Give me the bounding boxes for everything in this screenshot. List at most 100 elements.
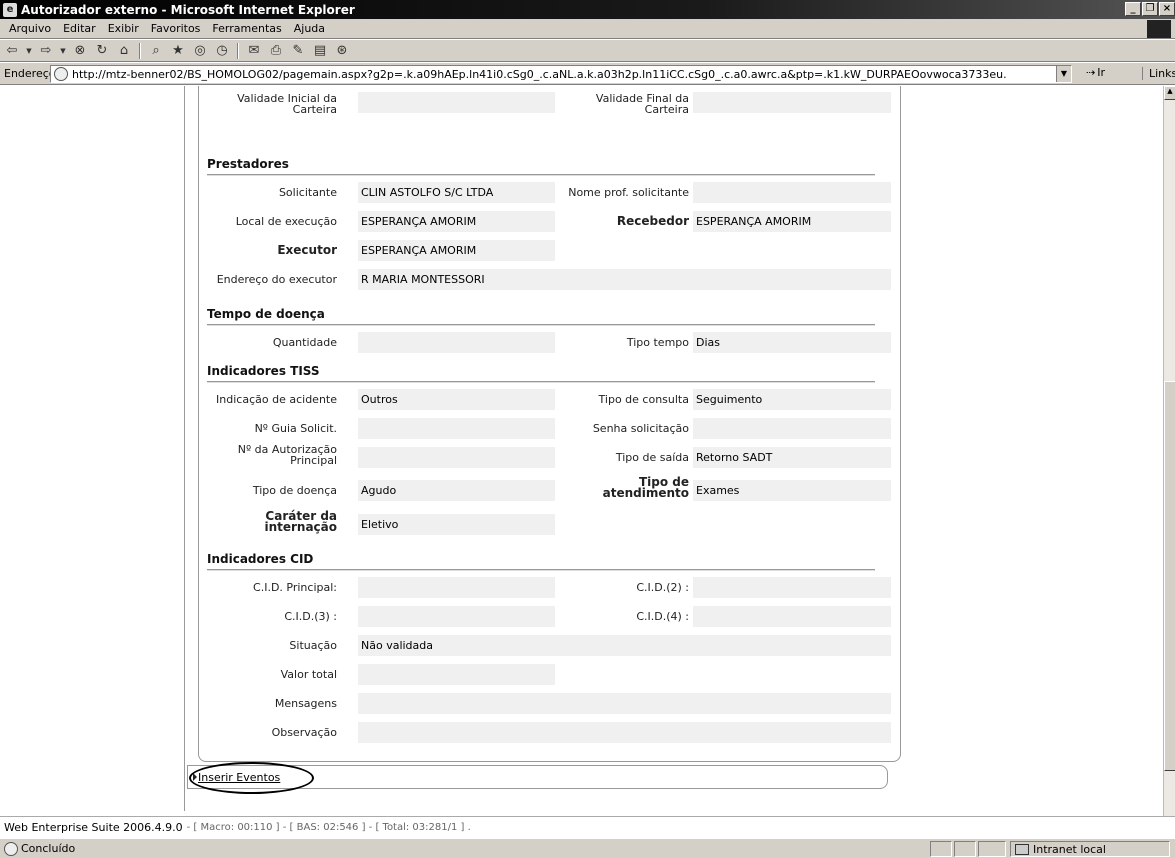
section-divider — [207, 569, 875, 571]
indicacao-acidente-field[interactable]: Outros — [358, 389, 555, 410]
autorizacao-principal-field[interactable] — [358, 447, 555, 468]
refresh-icon[interactable]: ↻ — [93, 43, 111, 59]
field-label: Validade Inicial da Carteira — [237, 92, 337, 116]
guia-solicit-field[interactable] — [358, 418, 555, 439]
address-input[interactable]: http://mtz-benner02/BS_HOMOLOG02/pagemai… — [50, 65, 1072, 83]
status-cell — [930, 841, 952, 857]
field-label: Indicação de acidente — [216, 393, 337, 406]
nome-prof-field[interactable] — [693, 182, 891, 203]
print-icon[interactable]: ⎙ — [267, 43, 285, 59]
scroll-up-icon[interactable]: ▲ — [1164, 86, 1175, 100]
quantidade-field[interactable] — [358, 332, 555, 353]
media-icon[interactable]: ◎ — [191, 43, 209, 59]
tipo-atendimento-field[interactable]: Exames — [693, 480, 891, 501]
field-label: C.I.D.(4) : — [636, 610, 689, 623]
links-button[interactable]: Links — [1142, 67, 1175, 80]
stop-icon[interactable]: ⊗ — [71, 43, 89, 59]
tipo-tempo-field[interactable]: Dias — [693, 332, 891, 353]
home-icon[interactable]: ⌂ — [115, 43, 133, 59]
vertical-scrollbar[interactable]: ▲ — [1163, 86, 1175, 816]
field-label: C.I.D.(3) : — [284, 610, 337, 623]
field-label: Nº da Autorização Principal — [237, 443, 337, 467]
carater-internacao-field[interactable]: Eletivo — [358, 514, 555, 535]
left-pane — [0, 86, 185, 811]
maximize-button[interactable]: ❐ — [1142, 2, 1158, 16]
tipo-consulta-field[interactable]: Seguimento — [693, 389, 891, 410]
cid3-field[interactable] — [358, 606, 555, 627]
section-divider — [207, 381, 875, 383]
window-title: Autorizador externo - Microsoft Internet… — [21, 2, 355, 17]
form-row: Tipo de doença Agudo Tipo de atendimento… — [199, 476, 902, 502]
form-row: Endereço do executor R MARIA MONTESSORI — [199, 269, 902, 291]
address-label: Endereço — [4, 67, 56, 80]
senha-solicitacao-field[interactable] — [693, 418, 891, 439]
recebedor-field[interactable]: ESPERANÇA AMORIM — [693, 211, 891, 232]
form-row: C.I.D. Principal: C.I.D.(2) : — [199, 577, 902, 599]
history-icon[interactable]: ◷ — [213, 43, 231, 59]
tipo-doenca-field[interactable]: Agudo — [358, 480, 555, 501]
executor-field[interactable]: ESPERANÇA AMORIM — [358, 240, 555, 261]
form-row: Nº Guia Solicit. Senha solicitação — [199, 418, 902, 440]
field-label: Senha solicitação — [592, 422, 689, 435]
address-url[interactable]: http://mtz-benner02/BS_HOMOLOG02/pagemai… — [72, 68, 1007, 81]
mensagens-field[interactable] — [358, 693, 891, 714]
form-row: C.I.D.(3) : C.I.D.(4) : — [199, 606, 902, 628]
menu-ferramentas[interactable]: Ferramentas — [206, 22, 287, 35]
cid-principal-field[interactable] — [358, 577, 555, 598]
tipo-saida-field[interactable]: Retorno SADT — [693, 447, 891, 468]
field-label: Solicitante — [278, 186, 337, 199]
security-zone: Intranet local — [1010, 841, 1170, 857]
validade-final-field[interactable] — [693, 92, 891, 113]
scroll-thumb[interactable] — [1164, 381, 1175, 771]
menu-arquivo[interactable]: Arquivo — [3, 22, 57, 35]
cid4-field[interactable] — [693, 606, 891, 627]
menu-favoritos[interactable]: Favoritos — [145, 22, 207, 35]
search-icon[interactable]: ⌕ — [147, 43, 165, 59]
section-indicadores-cid: Indicadores CID — [207, 552, 875, 571]
valor-total-field[interactable] — [358, 664, 555, 685]
situacao-field[interactable]: Não validada — [358, 635, 891, 656]
local-execucao-field[interactable]: ESPERANÇA AMORIM — [358, 211, 555, 232]
go-arrow-icon: ⇢ — [1086, 66, 1096, 79]
field-label: Tipo de consulta — [598, 393, 689, 406]
menu-editar[interactable]: Editar — [57, 22, 102, 35]
form-row: Indicação de acidente Outros Tipo de con… — [199, 389, 902, 411]
favorites-icon[interactable]: ★ — [169, 43, 187, 59]
go-button[interactable]: ⇢ Ir — [1086, 66, 1105, 79]
section-title: Indicadores TISS — [207, 364, 320, 378]
endereco-executor-field[interactable]: R MARIA MONTESSORI — [358, 269, 891, 290]
forward-icon[interactable]: ⇨ — [37, 43, 55, 59]
field-label: Valor total — [280, 668, 337, 681]
solicitante-field[interactable]: CLIN ASTOLFO S/C LTDA — [358, 182, 555, 203]
field-label: Validade Final da Carteira — [595, 92, 689, 116]
messenger-icon[interactable]: ⊛ — [333, 43, 351, 59]
field-label: Recebedor — [616, 214, 689, 228]
status-text: Concluído — [21, 842, 76, 855]
dropdown-arrow-icon[interactable]: ▼ — [59, 43, 67, 59]
menu-ajuda[interactable]: Ajuda — [288, 22, 331, 35]
mail-icon[interactable]: ✉ — [245, 43, 263, 59]
form-row: Mensagens — [199, 693, 902, 715]
section-divider — [207, 324, 875, 326]
address-dropdown-icon[interactable]: ▼ — [1056, 66, 1071, 82]
title-bar: e Autorizador externo - Microsoft Intern… — [0, 0, 1175, 19]
field-label: Situação — [289, 639, 337, 652]
cid2-field[interactable] — [693, 577, 891, 598]
minimize-button[interactable]: _ — [1125, 2, 1141, 16]
form-row: Solicitante CLIN ASTOLFO S/C LTDA Nome p… — [199, 182, 902, 204]
discuss-icon[interactable]: ▤ — [311, 43, 329, 59]
field-label: Nome prof. solicitante — [568, 186, 689, 199]
section-title: Prestadores — [207, 157, 289, 171]
insert-events-bar: Inserir Eventos — [187, 762, 888, 794]
dropdown-arrow-icon[interactable]: ▼ — [25, 43, 33, 59]
section-prestadores: Prestadores — [207, 157, 875, 176]
validade-inicial-field[interactable] — [358, 92, 555, 113]
observacao-field[interactable] — [358, 722, 891, 743]
toolbar-separator — [139, 42, 141, 59]
close-button[interactable]: × — [1159, 2, 1175, 16]
back-icon[interactable]: ⇦ — [3, 43, 21, 59]
section-tempo-doenca: Tempo de doença — [207, 307, 875, 326]
edit-icon[interactable]: ✎ — [289, 43, 307, 59]
section-title: Tempo de doença — [207, 307, 325, 321]
menu-exibir[interactable]: Exibir — [102, 22, 145, 35]
